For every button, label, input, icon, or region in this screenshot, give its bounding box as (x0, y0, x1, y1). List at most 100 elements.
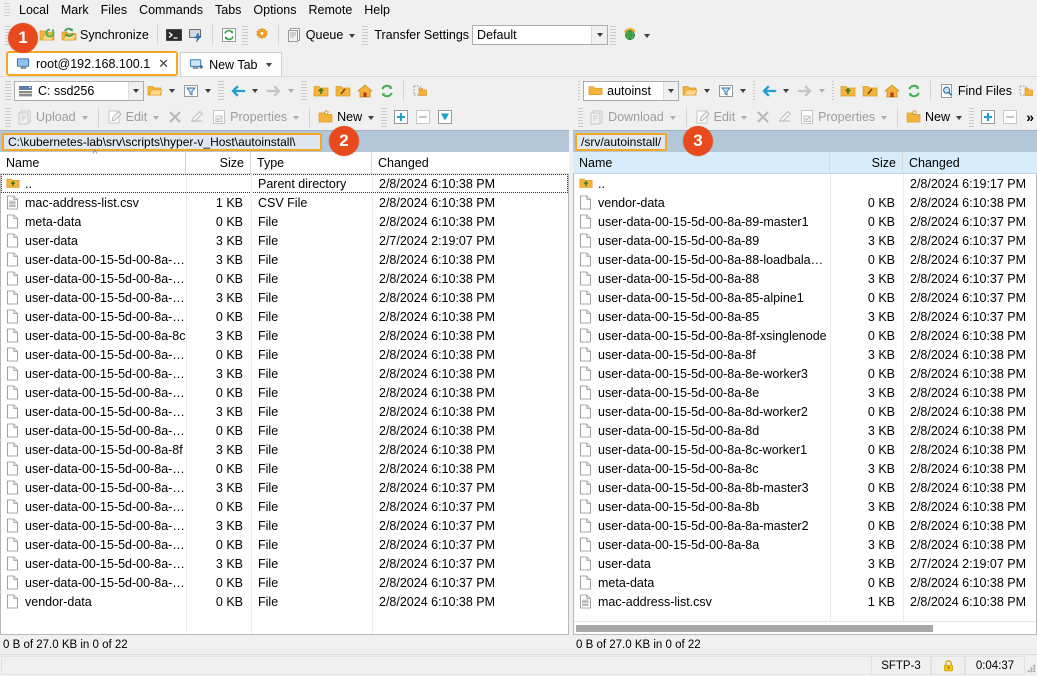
local-file-list[interactable]: .. Parent directory 2/8/2024 6:10:38 PM mac… (0, 174, 569, 635)
table-row[interactable]: user-data-00-15-5d-00-8a-… 0 KB File 2/8/20… (1, 383, 568, 402)
chevron-down-icon[interactable] (252, 89, 258, 93)
remote-horizontal-scrollbar[interactable] (574, 621, 1036, 634)
remote-open-directory-button[interactable] (679, 79, 715, 103)
local-column-changed[interactable]: Changed (371, 151, 569, 174)
table-row[interactable]: user-data-00-15-5d-00-8a-88 3 KB 2/8/2024 … (574, 269, 1036, 288)
table-row[interactable]: user-data-00-15-5d-00-8a-8b-master3 0 KB 2… (574, 478, 1036, 497)
table-row[interactable]: user-data-00-15-5d-00-8a-8a 3 KB File 2/8/2… (1, 250, 568, 269)
table-row[interactable]: meta-data 0 KB 2/8/2024 6:10:38 PM (574, 573, 1036, 592)
remote-parent-directory-button[interactable] (837, 79, 859, 103)
open-terminal-button[interactable] (163, 23, 185, 47)
table-row[interactable]: user-data-00-15-5d-00-8a-88-loadbalan… 0 … (574, 250, 1036, 269)
toolbar-overflow-button[interactable]: » (1023, 105, 1037, 129)
table-row[interactable]: user-data-00-15-5d-00-8a-… 0 KB File 2/8/20… (1, 269, 568, 288)
table-row[interactable]: user-data-00-15-5d-00-8a-8f 3 KB 2/8/2024 … (574, 345, 1036, 364)
chevron-down-icon[interactable] (783, 89, 790, 93)
local-file-list-body[interactable]: .. Parent directory 2/8/2024 6:10:38 PM mac… (1, 174, 568, 634)
table-row[interactable]: user-data-00-15-5d-00-8a-8e 3 KB File 2/8/2… (1, 402, 568, 421)
remote-column-changed[interactable]: Changed (902, 151, 1037, 174)
table-row[interactable]: user-data-00-15-5d-00-8a-… 0 KB File 2/8/20… (1, 535, 568, 554)
chevron-down-icon[interactable] (704, 89, 711, 93)
resize-grip-icon[interactable] (1025, 655, 1037, 676)
table-row[interactable]: user-data 3 KB 2/7/2024 2:19:07 PM (574, 554, 1036, 573)
remote-select-plus-button[interactable] (977, 105, 999, 129)
remote-directory-dropdown-button[interactable] (663, 81, 679, 100)
status-encryption[interactable] (931, 656, 965, 675)
local-open-directory-button[interactable] (144, 79, 180, 103)
table-row[interactable]: vendor-data 0 KB 2/8/2024 6:10:38 PM (574, 193, 1036, 212)
local-refresh-button[interactable] (376, 79, 398, 103)
local-path-input[interactable]: C:\kubernetes-lab\srv\scripts\hyper-v_Ho… (2, 132, 322, 151)
local-home-directory-button[interactable] (354, 79, 376, 103)
local-back-button[interactable] (227, 79, 263, 103)
table-row[interactable]: user-data-00-15-5d-00-8a-… 0 KB File 2/8/20… (1, 573, 568, 592)
table-row[interactable]: user-data-00-15-5d-00-8a-8a-master2 0 KB 2… (574, 516, 1036, 535)
table-row[interactable]: user-data-00-15-5d-00-8a-8c 3 KB File 2/8/2… (1, 326, 568, 345)
putty-button[interactable] (185, 23, 207, 47)
table-row[interactable]: user-data-00-15-5d-00-8a-8f-xsinglenode 0… (574, 326, 1036, 345)
open-session-button[interactable] (36, 23, 58, 47)
table-row[interactable]: user-data-00-15-5d-00-8a-89-master1 0 KB 2… (574, 212, 1036, 231)
refresh-button[interactable] (218, 23, 240, 47)
table-row[interactable]: user-data-00-15-5d-00-8a-8b 3 KB 2/8/2024 … (574, 497, 1036, 516)
remote-select-files-button[interactable] (1015, 79, 1037, 103)
remote-column-size[interactable]: Size (829, 151, 902, 174)
transfer-settings-dropdown-button[interactable] (591, 26, 608, 44)
local-column-size[interactable]: Size (185, 151, 250, 174)
table-row[interactable]: user-data-00-15-5d-00-8a-8d-worker2 0 KB 2… (574, 402, 1036, 421)
table-row[interactable]: user-data-00-15-5d-00-8a-88 3 KB File 2/8/2… (1, 516, 568, 535)
tab-new-tab[interactable]: New Tab (180, 52, 282, 76)
table-row[interactable]: user-data-00-15-5d-00-8a-8d 3 KB 2/8/2024 … (574, 421, 1036, 440)
find-files-button[interactable]: Find Files (936, 79, 1015, 103)
remote-back-button[interactable] (758, 79, 794, 103)
table-row[interactable]: user-data 3 KB File 2/7/2024 2:19:07 PM (1, 231, 568, 250)
remote-root-directory-button[interactable] (859, 79, 881, 103)
chevron-down-icon[interactable] (740, 89, 747, 93)
invert-selection-button[interactable] (434, 105, 456, 129)
remote-path-bar[interactable]: /srv/autoinstall/ (573, 130, 1037, 152)
table-row[interactable]: .. Parent directory 2/8/2024 6:10:38 PM (1, 174, 568, 193)
table-row[interactable]: user-data-00-15-5d-00-8a-89 3 KB 2/8/2024 … (574, 231, 1036, 250)
table-row[interactable]: .. 2/8/2024 6:19:17 PM (574, 174, 1036, 193)
local-column-name[interactable]: Name ^ (0, 149, 185, 174)
table-row[interactable]: user-data-00-15-5d-00-8a-85 3 KB File 2/8/2… (1, 478, 568, 497)
table-row[interactable]: user-data-00-15-5d-00-8a-85-alpine1 0 KB 2… (574, 288, 1036, 307)
table-row[interactable]: user-data-00-15-5d-00-8a-8f 3 KB File 2/8/2… (1, 440, 568, 459)
local-column-type[interactable]: Type (250, 151, 371, 174)
table-row[interactable]: user-data-00-15-5d-00-8a-8a 3 KB 2/8/2024 … (574, 535, 1036, 554)
local-drive-combo[interactable]: C: ssd256 (14, 80, 144, 101)
chevron-down-icon[interactable] (205, 89, 211, 93)
remote-filter-button[interactable] (715, 79, 751, 103)
remote-file-list[interactable]: .. 2/8/2024 6:19:17 PM vendor-data 0 KB 2/8/… (573, 174, 1037, 635)
table-row[interactable]: user-data-00-15-5d-00-8a-… 0 KB File 2/8/20… (1, 307, 568, 326)
table-row[interactable]: user-data-00-15-5d-00-8a-… 0 KB File 2/8/20… (1, 497, 568, 516)
local-root-directory-button[interactable] (332, 79, 354, 103)
table-row[interactable]: vendor-data 0 KB File 2/8/2024 6:10:38 PM (1, 592, 568, 611)
menu-item-local[interactable]: Local (13, 1, 55, 20)
transfer-settings-combo[interactable]: Default (472, 25, 609, 45)
local-path-bar[interactable]: C:\kubernetes-lab\srv\scripts\hyper-v_Ho… (0, 130, 569, 152)
chevron-down-icon[interactable] (169, 89, 175, 93)
menu-item-mark[interactable]: Mark (55, 1, 95, 20)
menu-item-options[interactable]: Options (247, 1, 302, 20)
tab-session-root[interactable]: root@192.168.100.1 ✕ (6, 51, 179, 76)
table-row[interactable]: user-data-00-15-5d-00-8a-8c 3 KB 2/8/2024 … (574, 459, 1036, 478)
table-row[interactable]: mac-address-list.csv 1 KB 2/8/2024 6:10:38… (574, 592, 1036, 611)
queue-button[interactable]: Queue (284, 23, 361, 47)
table-row[interactable]: meta-data 0 KB File 2/8/2024 6:10:38 PM (1, 212, 568, 231)
menu-item-tabs[interactable]: Tabs (209, 1, 247, 20)
scrollbar-thumb[interactable] (576, 624, 934, 632)
table-row[interactable]: user-data-00-15-5d-00-8a-8c-worker1 0 KB 2… (574, 440, 1036, 459)
remote-refresh-button[interactable] (903, 79, 925, 103)
table-row[interactable]: user-data-00-15-5d-00-8a-8e-worker3 0 KB 2… (574, 364, 1036, 383)
table-row[interactable]: user-data-00-15-5d-00-8a-… 0 KB File 2/8/20… (1, 459, 568, 478)
local-drive-dropdown-button[interactable] (128, 81, 143, 100)
table-row[interactable]: user-data-00-15-5d-00-8a-89 3 KB File 2/8/2… (1, 554, 568, 573)
menu-item-remote[interactable]: Remote (303, 1, 359, 20)
local-parent-directory-button[interactable] (310, 79, 332, 103)
table-row[interactable]: user-data-00-15-5d-00-8a-… 3 KB File 2/8/20… (1, 364, 568, 383)
chevron-down-icon[interactable] (368, 115, 375, 120)
chevron-down-icon[interactable] (644, 33, 651, 38)
remote-path-input[interactable]: /srv/autoinstall/ (575, 132, 668, 151)
table-row[interactable]: mac-address-list.csv 1 KB CSV File 2/8/2024… (1, 193, 568, 212)
